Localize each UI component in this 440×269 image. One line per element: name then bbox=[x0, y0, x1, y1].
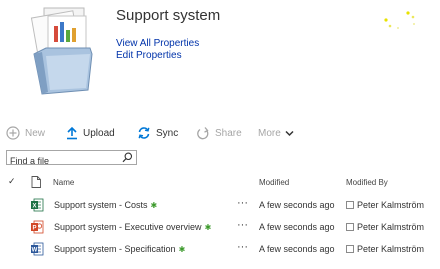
upload-label: Upload bbox=[83, 127, 115, 139]
file-type-icon[interactable] bbox=[31, 176, 41, 188]
new-item-icon: ✱ bbox=[178, 245, 186, 254]
person-presence-icon bbox=[346, 245, 354, 253]
loading-spinner-icon bbox=[384, 11, 415, 29]
excel-icon: X bbox=[31, 198, 44, 212]
file-name-link[interactable]: Support system - Specification ✱ bbox=[54, 244, 185, 254]
share-label: Share bbox=[215, 127, 242, 139]
person-presence-icon bbox=[346, 223, 354, 231]
share-icon bbox=[197, 127, 209, 140]
chevron-down-icon bbox=[285, 130, 294, 136]
column-header-modified[interactable]: Modified bbox=[259, 178, 289, 187]
modified-value: A few seconds ago bbox=[259, 222, 335, 232]
plus-circle-icon bbox=[6, 126, 20, 140]
svg-text:W: W bbox=[32, 248, 38, 254]
new-item-icon: ✱ bbox=[204, 223, 212, 232]
modified-by-link[interactable]: Peter Kalmström bbox=[357, 200, 424, 210]
upload-arrow-icon bbox=[67, 126, 77, 140]
new-label: New bbox=[25, 127, 46, 139]
modified-value: A few seconds ago bbox=[259, 200, 335, 210]
table-row[interactable]: P Support system - Executive overview ✱ ·… bbox=[0, 218, 440, 238]
document-library-icon bbox=[30, 7, 93, 95]
sync-button[interactable]: Sync bbox=[137, 122, 178, 144]
column-header-modified-by[interactable]: Modified By bbox=[346, 178, 388, 187]
table-row[interactable]: W Support system - Specification ✱ ··· A … bbox=[0, 240, 440, 260]
modified-by-link[interactable]: Peter Kalmström bbox=[357, 222, 424, 232]
table-row[interactable]: X Support system - Costs ✱ ··· A few seco… bbox=[0, 196, 440, 216]
search-input[interactable] bbox=[7, 154, 119, 168]
more-actions-button[interactable]: ··· bbox=[237, 219, 248, 231]
new-item-icon: ✱ bbox=[150, 201, 158, 210]
svg-text:X: X bbox=[32, 204, 36, 210]
more-label: More bbox=[258, 127, 281, 139]
page-title: Support system bbox=[116, 7, 221, 24]
find-file-search bbox=[6, 150, 137, 168]
person-presence-icon bbox=[346, 201, 354, 209]
share-button[interactable]: Share bbox=[196, 122, 242, 144]
powerpoint-icon: P bbox=[31, 220, 44, 234]
new-button[interactable]: New bbox=[6, 122, 45, 144]
column-header-name[interactable]: Name bbox=[53, 178, 74, 187]
more-actions-button[interactable]: ··· bbox=[237, 197, 248, 209]
search-icon[interactable] bbox=[122, 152, 133, 163]
svg-text:P: P bbox=[32, 226, 36, 232]
file-name-link[interactable]: Support system - Costs ✱ bbox=[54, 200, 157, 210]
list-header: ✓ Name Modified Modified By bbox=[0, 176, 440, 190]
more-actions-button[interactable]: ··· bbox=[237, 241, 248, 253]
command-bar: New Upload Sync Share More bbox=[0, 122, 440, 144]
edit-properties-link[interactable]: Edit Properties bbox=[116, 50, 182, 61]
select-all-checkmark-icon[interactable]: ✓ bbox=[8, 176, 16, 187]
modified-by-link[interactable]: Peter Kalmström bbox=[357, 244, 424, 254]
more-button[interactable]: More bbox=[258, 122, 299, 144]
upload-button[interactable]: Upload bbox=[66, 122, 115, 144]
modified-value: A few seconds ago bbox=[259, 244, 335, 254]
file-name-link[interactable]: Support system - Executive overview ✱ bbox=[54, 222, 211, 232]
word-icon: W bbox=[31, 242, 44, 256]
sync-icon bbox=[138, 127, 150, 139]
view-all-properties-link[interactable]: View All Properties bbox=[116, 38, 199, 49]
sync-label: Sync bbox=[156, 127, 179, 139]
